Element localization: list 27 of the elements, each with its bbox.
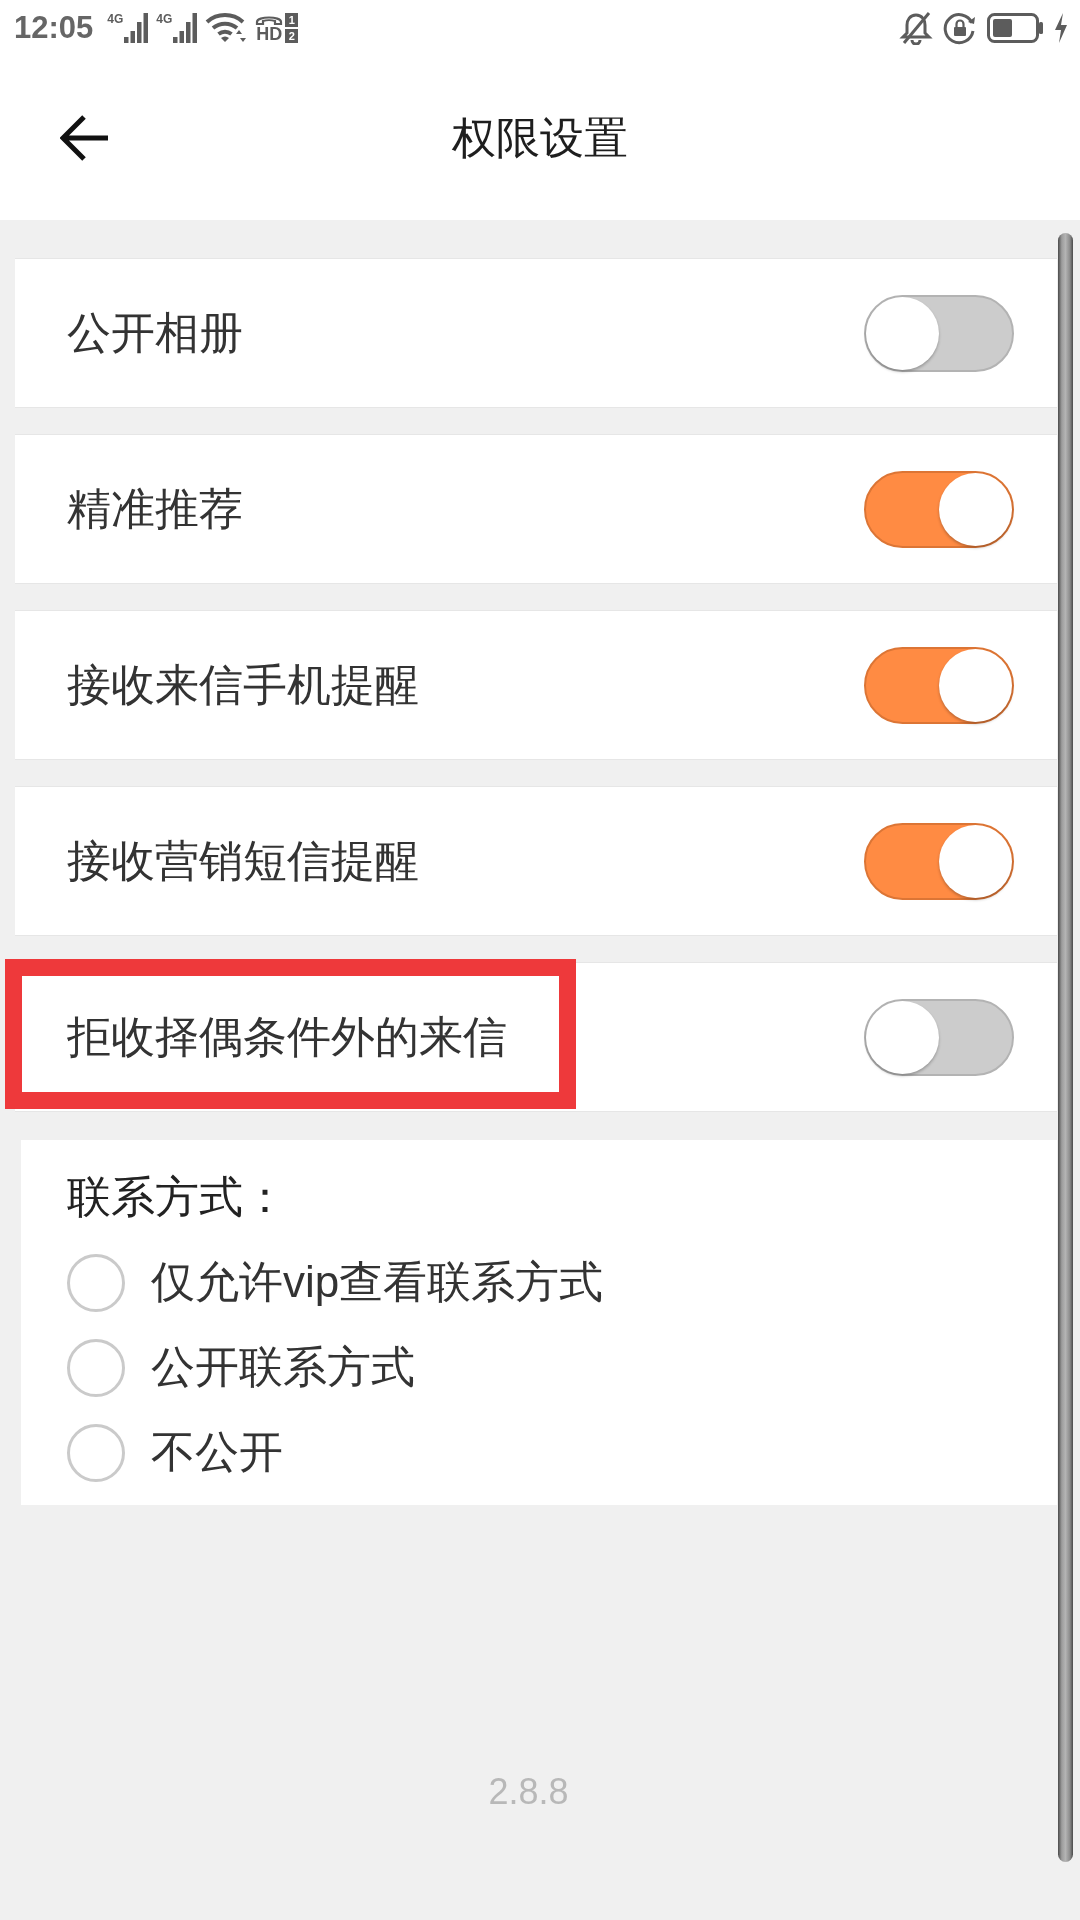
back-button[interactable] [60, 114, 110, 162]
option-label: 不公开 [151, 1426, 283, 1479]
signal-icon [124, 13, 149, 43]
rotation-lock-icon [943, 11, 977, 45]
option-label: 公开联系方式 [151, 1341, 415, 1394]
setting-label: 拒收择偶条件外的来信 [67, 1010, 507, 1063]
wifi-icon [205, 12, 248, 44]
version-text: 2.8.8 [488, 1770, 569, 1814]
page-title: 权限设置 [452, 111, 628, 164]
network-type-label: 4G [107, 13, 124, 25]
phone-icon [255, 13, 284, 25]
charging-bolt-icon [1054, 13, 1068, 43]
setting-label: 精准推荐 [67, 482, 243, 535]
sim-number: 1 [285, 13, 299, 27]
status-time: 12:05 [14, 10, 94, 46]
sim-number: 2 [285, 29, 299, 43]
option-label: 仅允许vip查看联系方式 [151, 1256, 604, 1309]
section-heading: 联系方式： [67, 1171, 287, 1224]
network-type-label: 4G [156, 13, 173, 25]
bell-slash-icon [899, 11, 933, 45]
hd-label: HD [256, 25, 283, 43]
setting-label: 接收来信手机提醒 [67, 658, 419, 711]
setting-label: 公开相册 [67, 306, 243, 359]
signal-icon [173, 13, 198, 43]
setting-label: 接收营销短信提醒 [67, 834, 419, 887]
battery-icon [987, 13, 1044, 43]
arrow-left-icon [60, 114, 110, 162]
